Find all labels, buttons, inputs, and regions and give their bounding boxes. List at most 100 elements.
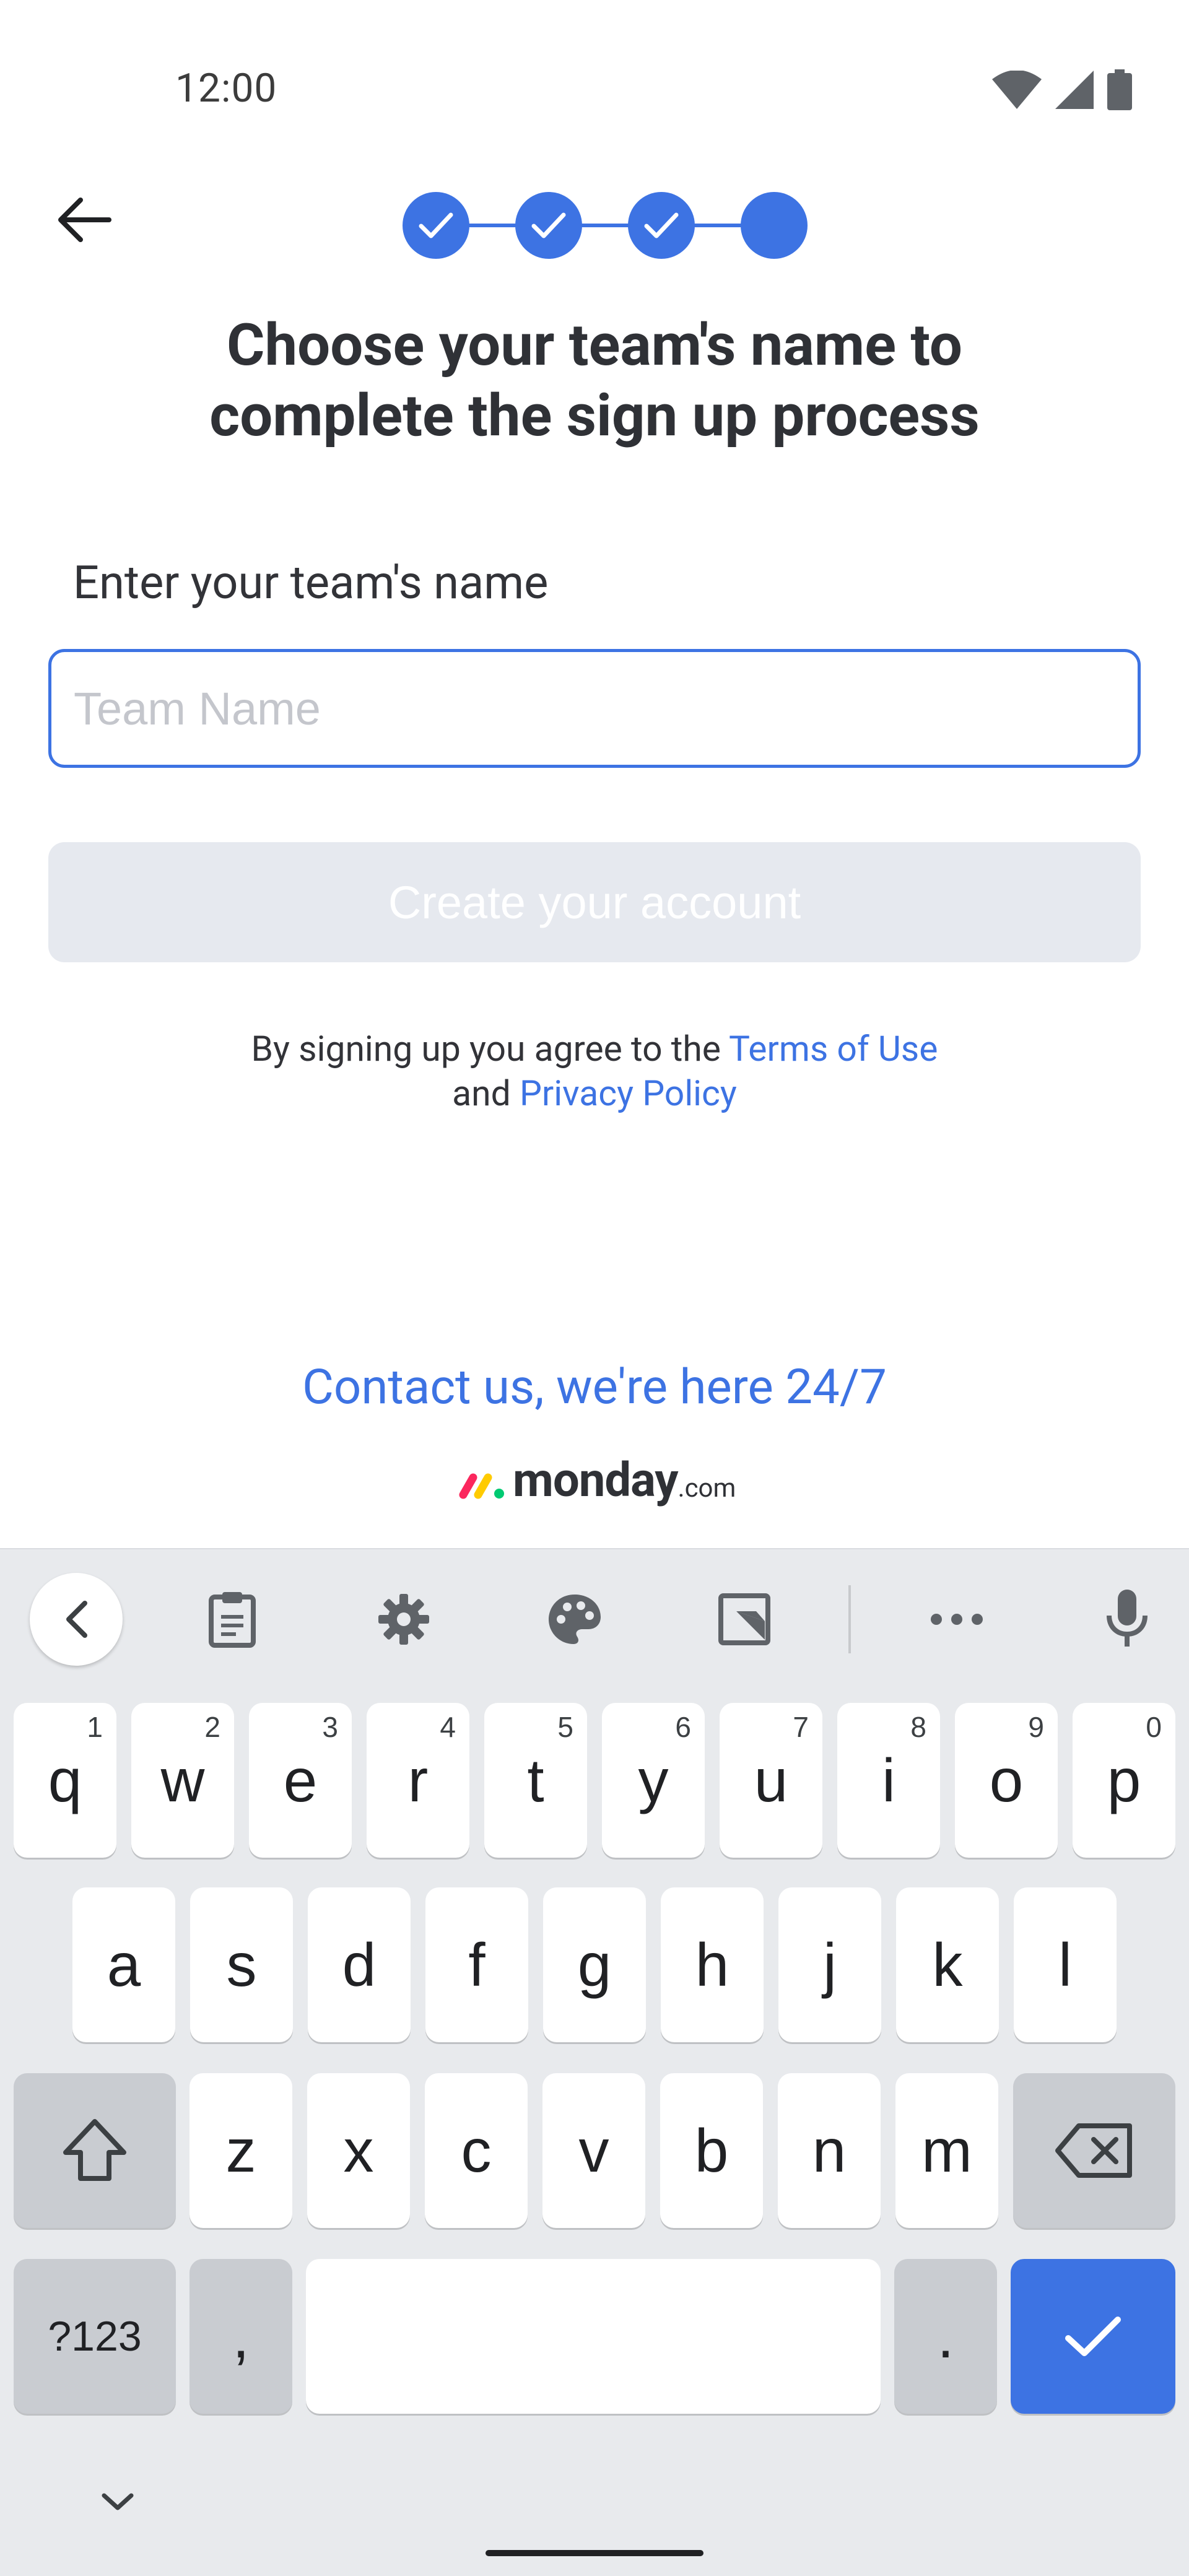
- key-hint: 5: [557, 1711, 573, 1743]
- key-a[interactable]: a: [72, 1887, 175, 2042]
- key-label: q: [48, 1746, 82, 1814]
- create-account-button[interactable]: Create your account: [48, 842, 1141, 962]
- key-hint: 9: [1028, 1711, 1044, 1743]
- key-label: h: [695, 1930, 730, 1999]
- status-bar: 12:00: [0, 0, 1189, 142]
- key-label: v: [578, 2116, 609, 2185]
- key-u[interactable]: u7: [720, 1703, 822, 1858]
- key-l[interactable]: l: [1014, 1887, 1117, 2042]
- key-label: t: [527, 1746, 544, 1814]
- key-n[interactable]: n: [778, 2073, 881, 2228]
- keyboard-toolbar-back-button[interactable]: [30, 1573, 123, 1666]
- key-label: m: [921, 2116, 972, 2185]
- key-y[interactable]: y6: [602, 1703, 705, 1858]
- key-label: e: [283, 1746, 318, 1814]
- more-options-button[interactable]: [910, 1585, 1003, 1653]
- key-e[interactable]: e3: [249, 1703, 352, 1858]
- step-1-completed: [403, 192, 469, 259]
- floating-keyboard-icon: [718, 1593, 770, 1645]
- more-icon: [931, 1614, 983, 1625]
- key-hint: 0: [1146, 1711, 1162, 1743]
- team-name-input[interactable]: [48, 649, 1141, 768]
- backspace-icon: [1055, 2123, 1132, 2178]
- shift-icon: [63, 2119, 126, 2181]
- floating-keyboard-button[interactable]: [698, 1585, 791, 1653]
- check-icon: [1065, 2317, 1121, 2356]
- key-label: o: [989, 1746, 1024, 1814]
- contact-us-link[interactable]: Contact us, we're here 24/7: [0, 1359, 1189, 1416]
- voice-input-button[interactable]: [1081, 1585, 1174, 1653]
- toolbar-divider: [848, 1585, 851, 1653]
- key-p[interactable]: p0: [1073, 1703, 1175, 1858]
- check-icon: [531, 212, 566, 238]
- key-label: u: [754, 1746, 788, 1814]
- key-z[interactable]: z: [189, 2073, 292, 2228]
- key-x[interactable]: x: [307, 2073, 410, 2228]
- key-label: p: [1107, 1746, 1141, 1814]
- key-label: f: [468, 1930, 486, 1999]
- logo-suffix: .com: [677, 1473, 736, 1503]
- key-hint: 1: [87, 1711, 103, 1743]
- hide-keyboard-button[interactable]: [93, 2477, 142, 2526]
- key-c[interactable]: c: [425, 2073, 528, 2228]
- step-4-current: [741, 192, 808, 259]
- key-label: s: [226, 1930, 257, 1999]
- status-time: 12:00: [175, 65, 277, 111]
- key-label: c: [461, 2116, 492, 2185]
- key-f[interactable]: f: [425, 1887, 528, 2042]
- monday-logo: monday .com: [458, 1454, 736, 1503]
- key-t[interactable]: t5: [484, 1703, 587, 1858]
- chevron-down-icon: [102, 2493, 134, 2510]
- key-o[interactable]: o9: [955, 1703, 1058, 1858]
- period-key[interactable]: .: [894, 2259, 997, 2414]
- gesture-navigation-bar[interactable]: [486, 2550, 703, 2556]
- done-key[interactable]: [1011, 2259, 1175, 2414]
- status-icons: [992, 69, 1132, 110]
- logo-wordmark: monday: [513, 1452, 678, 1508]
- battery-icon: [1107, 69, 1132, 110]
- key-label: j: [823, 1930, 837, 1999]
- theme-button[interactable]: [528, 1585, 621, 1653]
- key-k[interactable]: k: [896, 1887, 999, 2042]
- key-q[interactable]: q1: [14, 1703, 116, 1858]
- backspace-key[interactable]: [1013, 2073, 1175, 2228]
- symbols-key[interactable]: ?123: [14, 2259, 176, 2414]
- key-m[interactable]: m: [895, 2073, 998, 2228]
- key-w[interactable]: w2: [131, 1703, 234, 1858]
- key-h[interactable]: h: [661, 1887, 764, 2042]
- shift-key[interactable]: [14, 2073, 176, 2228]
- comma-key[interactable]: ,: [189, 2259, 292, 2414]
- gear-icon: [378, 1594, 429, 1645]
- privacy-policy-link[interactable]: Privacy Policy: [520, 1073, 737, 1114]
- key-hint: 8: [910, 1711, 926, 1743]
- terms-line-2: and Privacy Policy: [0, 1071, 1189, 1116]
- wifi-icon: [992, 71, 1042, 109]
- key-b[interactable]: b: [660, 2073, 763, 2228]
- key-r[interactable]: r4: [367, 1703, 469, 1858]
- arrow-back-icon: [58, 198, 111, 242]
- key-g[interactable]: g: [543, 1887, 646, 2042]
- terms-prefix: By signing up you agree to the: [251, 1028, 730, 1069]
- monday-logo-mark: [459, 1473, 504, 1499]
- soft-keyboard: [0, 1548, 1189, 2576]
- step-2-completed: [515, 192, 582, 259]
- key-v[interactable]: v: [542, 2073, 645, 2228]
- key-label: z: [225, 2116, 256, 2185]
- space-key[interactable]: [306, 2259, 881, 2414]
- page-title: Choose your team's name to complete the …: [99, 310, 1090, 451]
- back-button[interactable]: [50, 186, 118, 254]
- page-title-line-2: complete the sign up process: [209, 381, 980, 450]
- check-icon: [644, 212, 679, 238]
- key-s[interactable]: s: [190, 1887, 293, 2042]
- key-label: a: [107, 1930, 141, 1999]
- terms-middle: and: [452, 1073, 520, 1114]
- key-i[interactable]: i8: [837, 1703, 940, 1858]
- key-label: b: [694, 2116, 729, 2185]
- terms-of-use-link[interactable]: Terms of Use: [729, 1028, 938, 1069]
- key-j[interactable]: j: [778, 1887, 881, 2042]
- key-hint: 3: [322, 1711, 338, 1743]
- key-d[interactable]: d: [308, 1887, 411, 2042]
- clipboard-button[interactable]: [186, 1585, 279, 1653]
- key-label: g: [577, 1930, 612, 1999]
- settings-button[interactable]: [357, 1585, 450, 1653]
